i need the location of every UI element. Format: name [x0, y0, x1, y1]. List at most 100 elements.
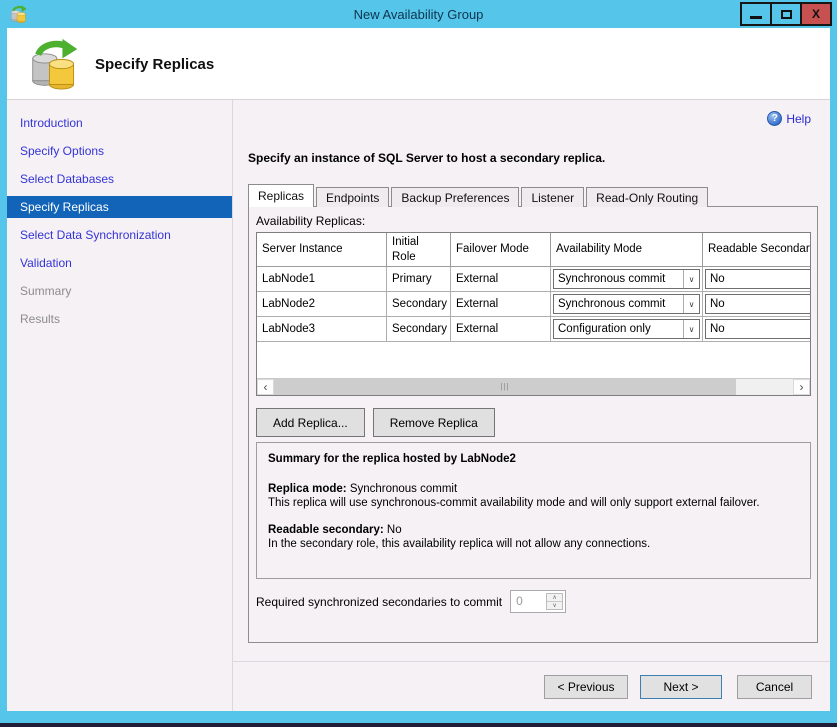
sidebar-item-specify-replicas[interactable]: Specify Replicas: [7, 196, 232, 218]
replica-mode-description: This replica will use synchronous-commit…: [268, 496, 799, 510]
summary-title: Summary for the replica hosted by LabNod…: [268, 452, 799, 466]
maximize-button[interactable]: [770, 2, 802, 26]
readable-secondary-line: Readable secondary: No: [268, 523, 799, 537]
cell-server-instance: LabNode1: [257, 267, 387, 291]
window-title: New Availability Group: [354, 7, 484, 22]
tab-backup-preferences[interactable]: Backup Preferences: [391, 187, 519, 207]
readable-secondary-dropdown[interactable]: No: [705, 319, 811, 339]
replica-mode-line: Replica mode: Synchronous commit: [268, 482, 799, 496]
chevron-down-icon: ∨: [683, 320, 699, 338]
wizard-steps-sidebar: Introduction Specify Options Select Data…: [7, 100, 233, 711]
page-title: Specify Replicas: [95, 56, 214, 73]
readable-secondary-dropdown[interactable]: No: [705, 294, 811, 314]
sidebar-item-validation[interactable]: Validation: [7, 252, 232, 274]
scroll-left-icon: ‹: [264, 381, 268, 393]
sidebar-item-summary: Summary: [7, 280, 232, 302]
horizontal-scrollbar: ‹ ||| ›: [257, 378, 810, 395]
scrollbar-thumb[interactable]: |||: [274, 379, 736, 395]
cancel-button[interactable]: Cancel: [737, 675, 812, 699]
cell-initial-role: Secondary: [387, 317, 451, 341]
cell-server-instance: LabNode3: [257, 317, 387, 341]
window-border-left: [0, 28, 7, 723]
spinner-buttons: ∧ ∨: [546, 593, 563, 610]
next-button[interactable]: Next >: [640, 675, 722, 699]
column-header-initial-role[interactable]: Initial Role: [387, 233, 451, 266]
grid-header-row: Server Instance Initial Role Failover Mo…: [257, 233, 811, 267]
availability-replicas-label: Availability Replicas:: [256, 214, 365, 228]
main-content: ? Help Specify an instance of SQL Server…: [233, 100, 830, 711]
thumb-grip-icon: |||: [500, 383, 509, 391]
scrollbar-track[interactable]: |||: [274, 379, 793, 395]
required-secondaries-spinner[interactable]: 0 ∧ ∨: [510, 590, 566, 613]
cell-readable-secondary: No: [703, 267, 811, 291]
window-border-right: [830, 28, 837, 723]
instruction-text: Specify an instance of SQL Server to hos…: [248, 151, 605, 165]
scroll-left-button[interactable]: ‹: [257, 379, 274, 395]
minimize-icon: [750, 16, 762, 19]
column-header-server-instance[interactable]: Server Instance: [257, 233, 387, 266]
wizard-header: Specify Replicas: [7, 28, 830, 100]
sidebar-item-select-databases[interactable]: Select Databases: [7, 168, 232, 190]
replica-summary-box: Summary for the replica hosted by LabNod…: [256, 442, 811, 579]
required-secondaries-value: 0: [511, 591, 546, 612]
cell-availability-mode: Configuration only ∨: [551, 317, 703, 341]
help-label: Help: [786, 112, 811, 126]
chevron-down-icon: ∨: [552, 602, 556, 609]
sidebar-item-specify-options[interactable]: Specify Options: [7, 140, 232, 162]
tab-strip: Replicas Endpoints Backup Preferences Li…: [248, 184, 710, 207]
tab-replicas[interactable]: Replicas: [248, 184, 314, 207]
previous-button[interactable]: < Previous: [544, 675, 628, 699]
sidebar-item-results: Results: [7, 308, 232, 330]
tab-listener[interactable]: Listener: [521, 187, 584, 207]
cell-readable-secondary: No: [703, 317, 811, 341]
table-row[interactable]: LabNode1 Primary External Synchronous co…: [257, 267, 811, 292]
add-replica-button[interactable]: Add Replica...: [256, 408, 365, 437]
column-header-availability-mode[interactable]: Availability Mode: [551, 233, 703, 266]
help-link[interactable]: ? Help: [767, 111, 811, 126]
minimize-button[interactable]: [740, 2, 772, 26]
replica-actions: Add Replica... Remove Replica: [256, 408, 495, 437]
scroll-right-button[interactable]: ›: [793, 379, 810, 395]
tab-endpoints[interactable]: Endpoints: [316, 187, 389, 207]
table-row[interactable]: LabNode3 Secondary External Configuratio…: [257, 317, 811, 342]
close-icon: X: [812, 8, 820, 20]
column-header-failover-mode[interactable]: Failover Mode: [451, 233, 551, 266]
cell-initial-role: Primary: [387, 267, 451, 291]
chevron-down-icon: ∨: [683, 270, 699, 288]
cell-readable-secondary: No: [703, 292, 811, 316]
window-controls: X: [742, 2, 832, 26]
chevron-up-icon: ∧: [552, 594, 556, 601]
help-icon: ?: [767, 111, 782, 126]
readable-secondary-dropdown[interactable]: No: [705, 269, 811, 289]
chevron-down-icon: ∨: [683, 295, 699, 313]
commit-secondaries-row: Required synchronized secondaries to com…: [256, 590, 566, 613]
sidebar-item-select-data-synchronization[interactable]: Select Data Synchronization: [7, 224, 232, 246]
close-button[interactable]: X: [800, 2, 832, 26]
replica-mode-label: Replica mode:: [268, 483, 347, 495]
cell-availability-mode: Synchronous commit ∨: [551, 292, 703, 316]
cell-failover-mode: External: [451, 267, 551, 291]
sidebar-item-introduction[interactable]: Introduction: [7, 112, 232, 134]
grid-empty-area: [257, 342, 810, 378]
availability-replicas-grid: Server Instance Initial Role Failover Mo…: [256, 232, 811, 396]
readable-secondary-value: No: [387, 524, 402, 536]
cell-server-instance: LabNode2: [257, 292, 387, 316]
maximize-icon: [781, 10, 792, 19]
window-border-bottom: [0, 711, 837, 723]
availability-mode-dropdown[interactable]: Synchronous commit ∨: [553, 294, 700, 314]
table-row[interactable]: LabNode2 Secondary External Synchronous …: [257, 292, 811, 317]
remove-replica-button[interactable]: Remove Replica: [373, 408, 495, 437]
spinner-up-button[interactable]: ∧: [547, 594, 562, 602]
tab-read-only-routing[interactable]: Read-Only Routing: [586, 187, 708, 207]
desktop-edge: [0, 723, 837, 727]
availability-mode-dropdown[interactable]: Synchronous commit ∨: [553, 269, 700, 289]
title-bar[interactable]: New Availability Group X: [0, 0, 837, 28]
readable-secondary-label: Readable secondary:: [268, 524, 384, 536]
cell-initial-role: Secondary: [387, 292, 451, 316]
availability-mode-dropdown[interactable]: Configuration only ∨: [553, 319, 700, 339]
spinner-down-button[interactable]: ∨: [547, 602, 562, 609]
cell-availability-mode: Synchronous commit ∨: [551, 267, 703, 291]
replica-mode-value: Synchronous commit: [350, 483, 457, 495]
column-header-readable-secondary[interactable]: Readable Secondary: [703, 233, 811, 266]
scroll-right-icon: ›: [800, 381, 804, 393]
